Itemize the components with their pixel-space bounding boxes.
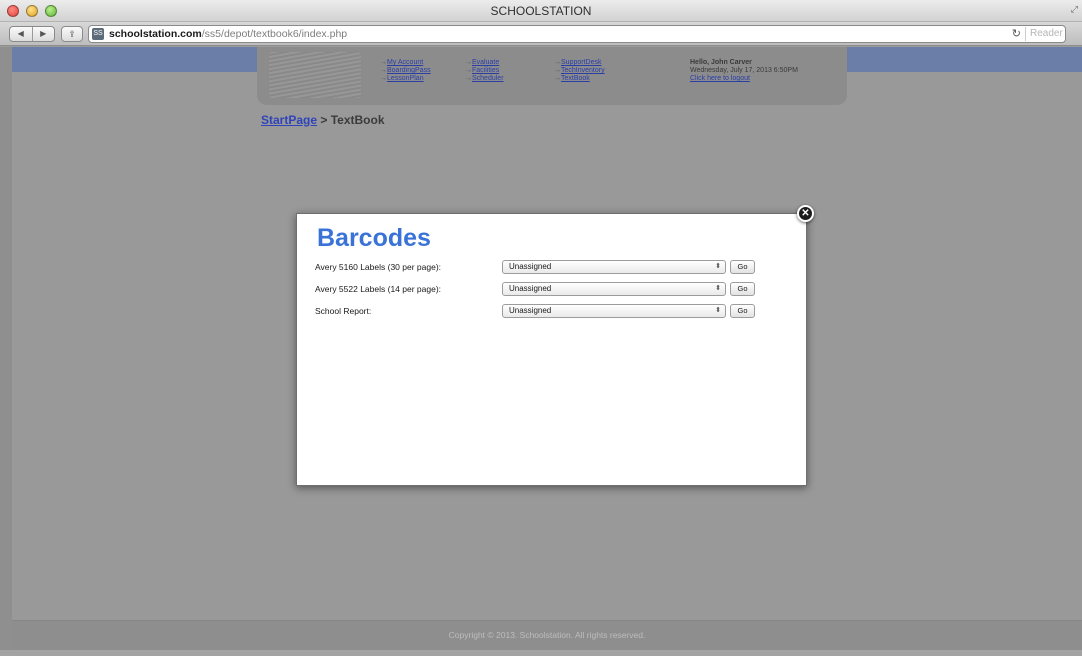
url-text[interactable]: schoolstation.com/ss5/depot/textbook6/in… — [109, 28, 347, 40]
select-arrows-icon: ⬍ — [715, 285, 721, 292]
url-path: /ss5/depot/textbook6/index.php — [201, 28, 348, 40]
breadcrumb-current: TextBook — [330, 113, 385, 127]
nav-column-1: My Account BoardingPass LessonPlan — [380, 59, 431, 83]
schoolstation-logo-icon — [269, 52, 361, 98]
window-titlebar: SCHOOLSTATION ⤢ — [0, 0, 1082, 22]
nav-link-techinventory[interactable]: TechInventory — [554, 67, 605, 75]
nav-link-my-account[interactable]: My Account — [380, 59, 431, 67]
share-icon[interactable]: ⇪ — [61, 26, 83, 42]
select-arrows-icon: ⬍ — [715, 263, 721, 270]
reload-icon[interactable]: ↻ — [1012, 27, 1021, 40]
barcode-row-avery-5160: Avery 5160 Labels (30 per page): Unassig… — [315, 260, 759, 276]
user-greeting: Hello, John Carver — [690, 59, 752, 66]
back-icon[interactable]: ◀ — [10, 27, 32, 41]
barcode-row-avery-5522: Avery 5522 Labels (14 per page): Unassig… — [315, 282, 759, 298]
breadcrumb-startpage-link[interactable]: StartPage — [261, 113, 317, 127]
nav-link-textbook[interactable]: TextBook — [554, 75, 605, 83]
select-value: Unassigned — [509, 262, 552, 271]
site-header: My Account BoardingPass LessonPlan Evalu… — [257, 47, 847, 105]
nav-link-lessonplan[interactable]: LessonPlan — [380, 75, 431, 83]
address-bar[interactable]: SS schoolstation.com/ss5/depot/textbook6… — [88, 25, 1066, 43]
select-value: Unassigned — [509, 306, 552, 315]
nav-link-scheduler[interactable]: Scheduler — [465, 75, 504, 83]
nav-link-supportdesk[interactable]: SupportDesk — [554, 59, 605, 67]
nav-buttons: ◀ ▶ — [9, 26, 55, 42]
window-title: SCHOOLSTATION — [490, 4, 592, 18]
reader-button[interactable]: Reader — [1025, 27, 1065, 41]
site-favicon-icon: SS — [92, 28, 104, 40]
avery-5522-select[interactable]: Unassigned ⬍ — [502, 282, 726, 296]
nav-link-evaluate[interactable]: Evaluate — [465, 59, 504, 67]
user-info: Hello, John Carver Wednesday, July 17, 2… — [690, 59, 798, 83]
browser-toolbar: ◀ ▶ ⇪ SS schoolstation.com/ss5/depot/tex… — [0, 22, 1082, 46]
avery-5160-go-button[interactable]: Go — [730, 260, 755, 274]
barcode-row-school-report: School Report: Unassigned ⬍ Go — [315, 304, 759, 320]
row-label: Avery 5160 Labels (30 per page): — [315, 262, 442, 272]
nav-link-facilities[interactable]: Facilities — [465, 67, 504, 75]
forward-icon[interactable]: ▶ — [31, 27, 55, 41]
page-left-edge — [0, 47, 12, 656]
url-host: schoolstation.com — [109, 28, 202, 40]
nav-column-3: SupportDesk TechInventory TextBook — [554, 59, 605, 83]
barcodes-modal: Barcodes Avery 5160 Labels (30 per page)… — [296, 213, 807, 486]
fullscreen-icon[interactable]: ⤢ — [1071, 4, 1078, 15]
select-value: Unassigned — [509, 284, 552, 293]
breadcrumb-separator: > — [317, 113, 331, 127]
school-report-go-button[interactable]: Go — [730, 304, 755, 318]
copyright-text: Copyright © 2013. Schoolstation. All rig… — [448, 630, 646, 640]
avery-5160-select[interactable]: Unassigned ⬍ — [502, 260, 726, 274]
modal-title: Barcodes — [317, 224, 431, 252]
close-modal-icon[interactable]: ✕ — [797, 205, 814, 222]
school-report-select[interactable]: Unassigned ⬍ — [502, 304, 726, 318]
select-arrows-icon: ⬍ — [715, 307, 721, 314]
page-bottom-strip — [0, 650, 1082, 656]
row-label: Avery 5522 Labels (14 per page): — [315, 284, 442, 294]
nav-link-boardingpass[interactable]: BoardingPass — [380, 67, 431, 75]
row-label: School Report: — [315, 306, 372, 316]
avery-5522-go-button[interactable]: Go — [730, 282, 755, 296]
page-footer: Copyright © 2013. Schoolstation. All rig… — [12, 620, 1082, 650]
logout-link[interactable]: Click here to logout — [690, 75, 798, 83]
breadcrumb: StartPage > TextBook — [261, 113, 385, 127]
nav-column-2: Evaluate Facilities Scheduler — [465, 59, 504, 83]
current-datetime: Wednesday, July 17, 2013 6:50PM — [690, 67, 798, 74]
